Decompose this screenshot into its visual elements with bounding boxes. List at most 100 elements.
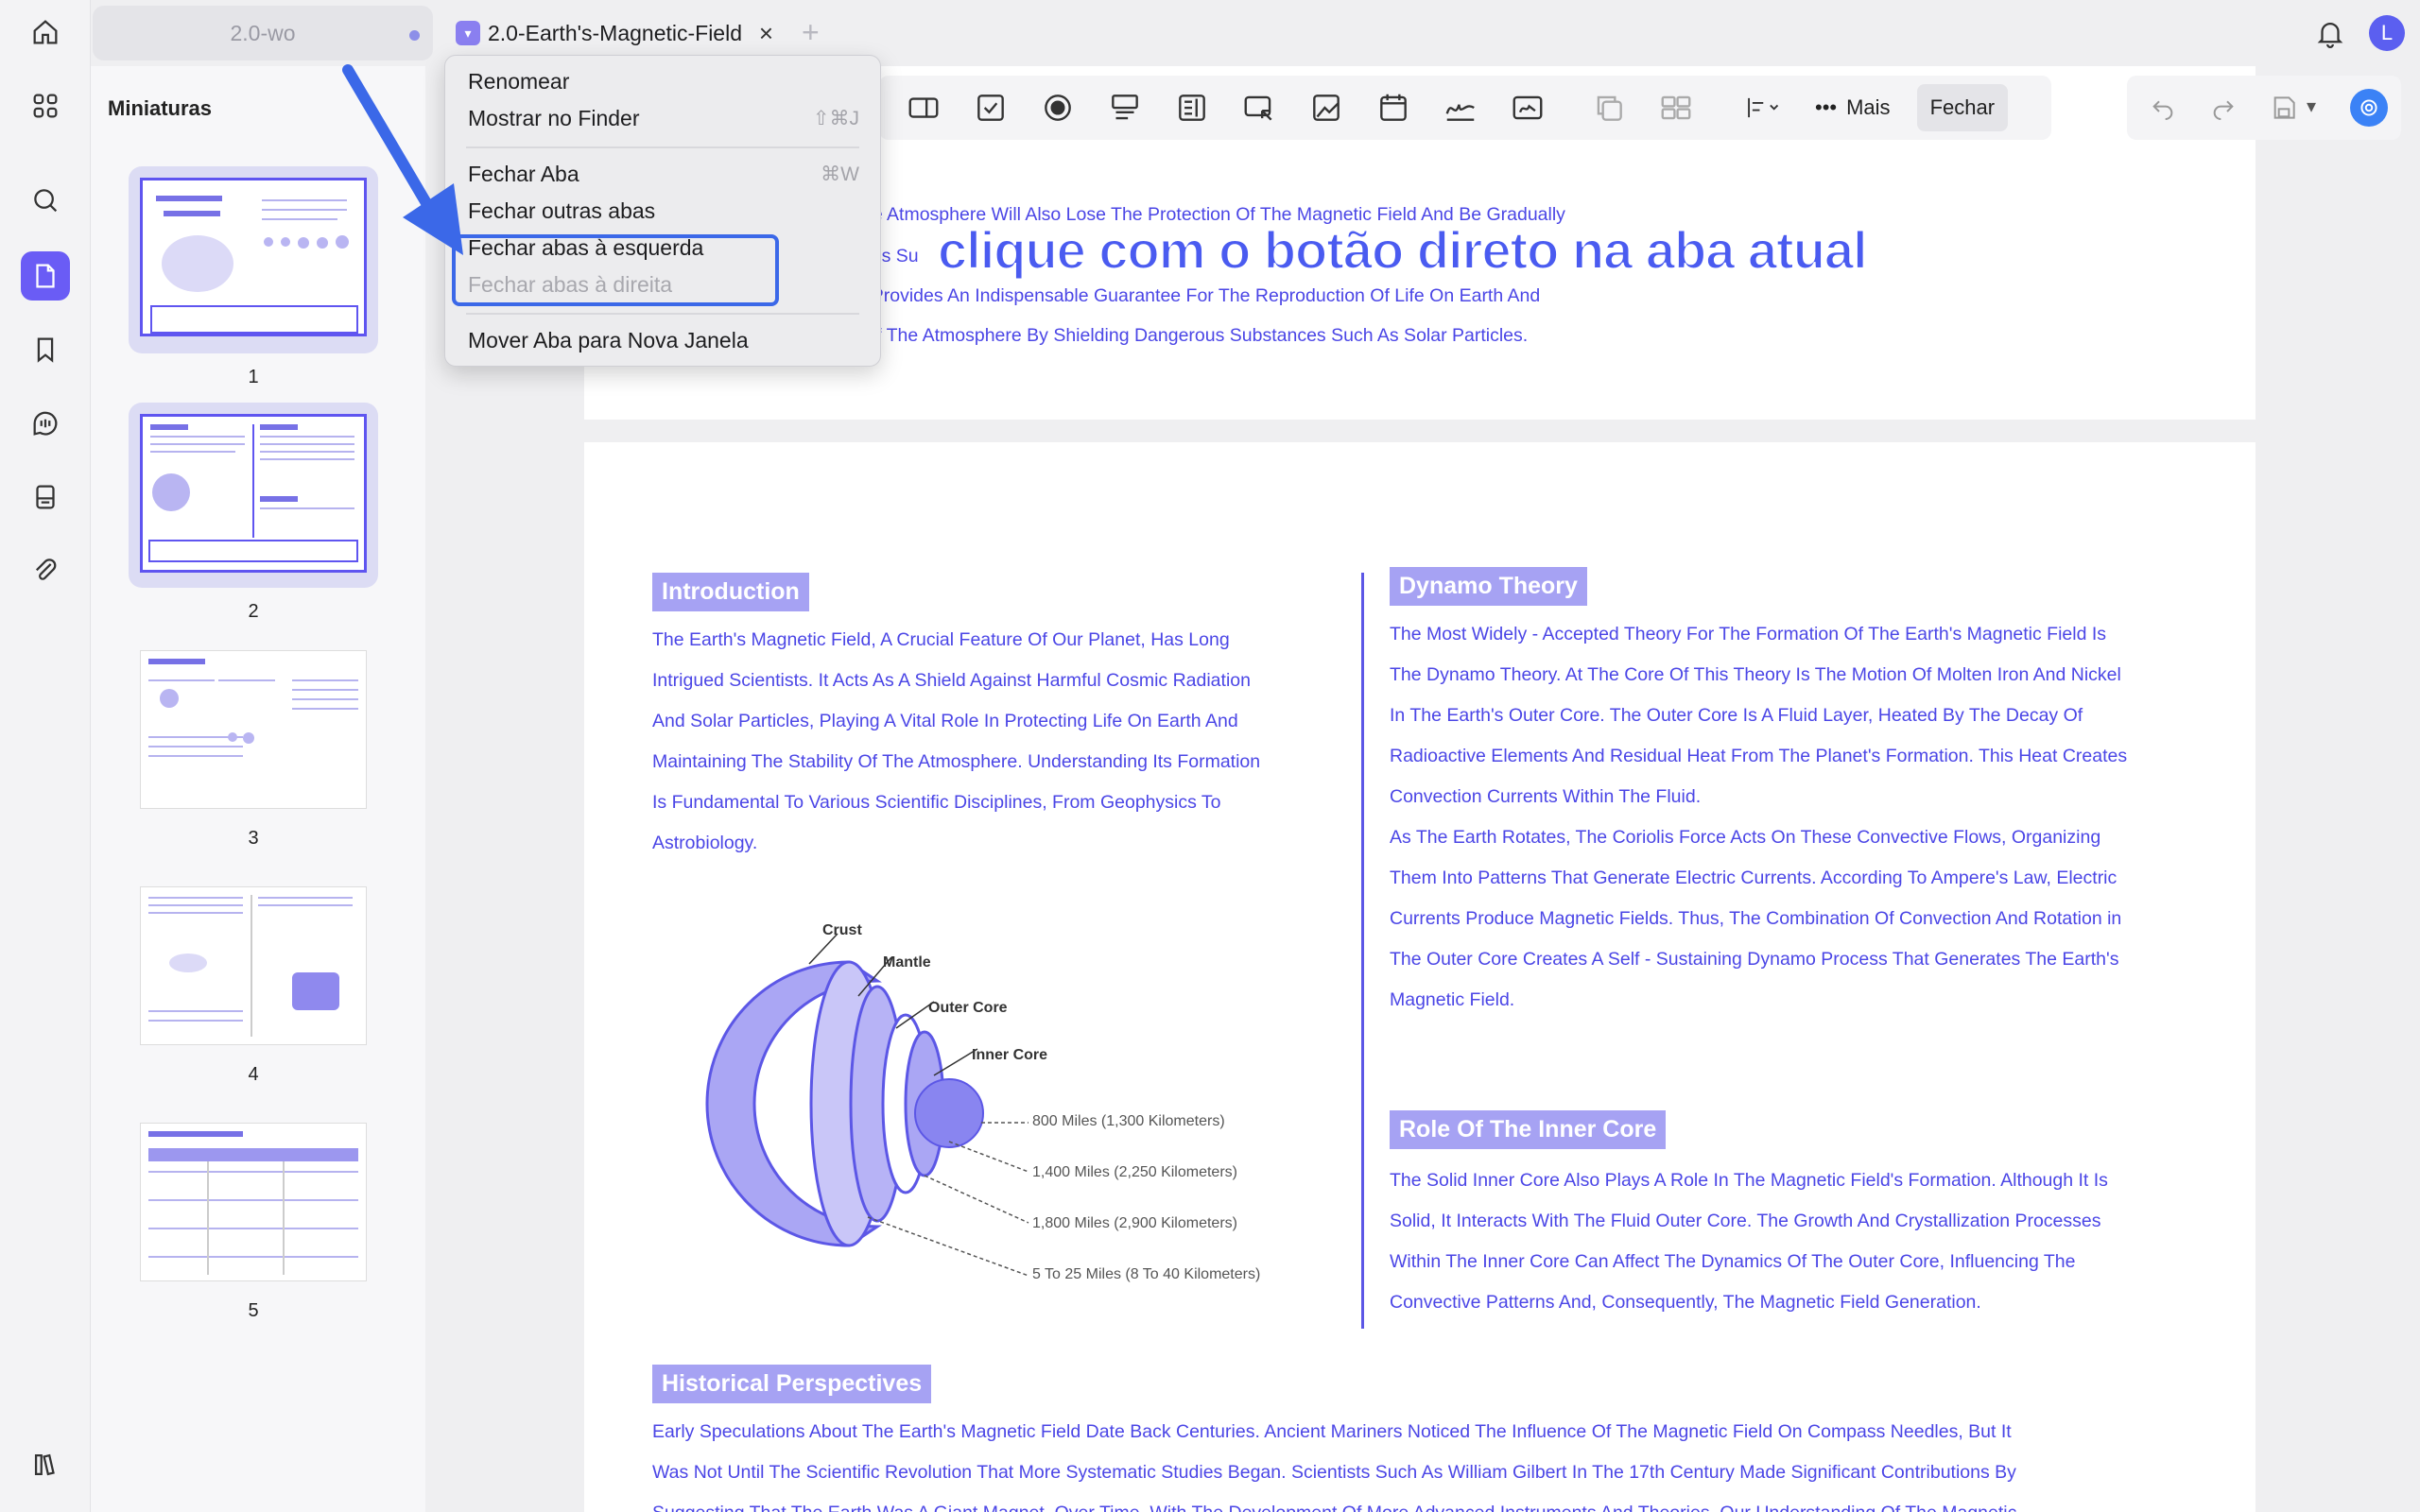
highlight-box [452,234,779,306]
home-icon[interactable] [21,8,70,57]
inner-core-paragraph: The Solid Inner Core Also Plays A Role I… [1390,1160,2184,1323]
shortcut-label: ⌘W [821,163,859,185]
body-line: The Most Widely - Accepted Theory For Th… [1390,624,2107,644]
list-box-icon[interactable] [1172,88,1212,128]
apps-grid-icon[interactable] [21,81,70,130]
page-number: 5 [248,1300,259,1321]
search-icon[interactable] [21,176,70,225]
label-mantle: Mantle [883,954,931,971]
distance-label: 800 Miles (1,300 Kilometers) [1032,1113,1225,1129]
text-field-icon[interactable] [904,88,943,128]
stamp-icon[interactable] [21,472,70,522]
avatar[interactable]: L [2369,15,2405,51]
duplicate-icon[interactable] [1589,88,1629,128]
page-preview [140,1123,367,1281]
body-line: Was Not Until The Scientific Revolution … [652,1462,2016,1483]
menu-item-move-tab-new-window[interactable]: Mover Aba para Nova Janela [468,328,749,353]
more-dots-icon: ••• [1815,95,1838,119]
undo-icon[interactable] [2148,93,2178,123]
intro-paragraph: The Earth's Magnetic Field, A Crucial Fe… [652,620,1314,864]
tab-label: 2.0-Earth's-Magnetic-Field [488,20,742,45]
tab-earths-magnetic-field[interactable]: ▾ 2.0-Earth's-Magnetic-Field × [444,6,785,60]
thumbnail-page-5[interactable]: 5 [129,1111,378,1321]
page-number: 3 [248,828,259,849]
distance-label: 1,800 Miles (2,900 Kilometers) [1032,1215,1237,1231]
unsaved-dot-icon [409,30,420,41]
label-outer-core: Outer Core [928,1000,1008,1016]
panel-title: Miniaturas [108,96,213,120]
body-line: As The Earth Rotates, The Coriolis Force… [1390,827,2101,848]
library-icon[interactable] [21,1440,70,1489]
body-line: Astrobiology. [652,833,758,853]
bookmark-icon[interactable] [21,325,70,374]
menu-item-close-tab[interactable]: Fechar Aba [468,162,579,187]
dynamo-paragraph: The Most Widely - Accepted Theory For Th… [1390,614,2184,1021]
menu-item-close-other-tabs[interactable]: Fechar outras abas [468,198,655,224]
digital-signature-icon[interactable] [1508,88,1547,128]
label-inner-core: Inner Core [972,1047,1048,1063]
radio-button-icon[interactable] [1038,88,1078,128]
body-line: Suggesting That The Earth Was A Giant Ma… [652,1493,2203,1512]
history-toolbar: ▾ [2127,76,2401,140]
section-heading: Role Of The Inner Core [1390,1110,1667,1149]
save-icon[interactable] [2269,93,2299,123]
body-line: The Outer Core Creates A Self - Sustaini… [1390,949,2119,970]
chevron-down-icon[interactable]: ▾ [2307,94,2316,118]
page-number: 4 [248,1064,259,1085]
distance-label: 5 To 25 Miles (8 To 40 Kilometers) [1032,1266,1261,1282]
signature-icon[interactable] [1441,88,1480,128]
attachment-icon[interactable] [21,546,70,595]
menu-item-show-in-finder[interactable]: Mostrar no Finder [468,106,640,131]
body-line: Them Into Patterns That Generate Electri… [1390,868,2118,888]
body-line: Magnetic Field. [1390,989,1515,1010]
ai-assistant-icon[interactable] [2350,89,2388,127]
edit-toolbar: ••• Mais Fechar [879,76,2051,140]
body-line: The Earth's Magnetic Field, A Crucial Fe… [652,629,1230,650]
comments-icon[interactable] [21,399,70,448]
page-preview [140,650,367,809]
arrow-annotation-icon [342,64,463,255]
close-edit-button[interactable]: Fechar [1916,84,2009,131]
body-line: Within The Inner Core Can Affect The Dyn… [1390,1251,2076,1272]
body-line: The Solid Inner Core Also Plays A Role I… [1390,1170,2108,1191]
more-button[interactable]: ••• Mais [1815,95,1891,120]
thumbnails-panel: Miniaturas 1 2 3 4 5 [91,66,425,1512]
body-line: In The Earth's Outer Core. The Outer Cor… [1390,705,2083,726]
column-divider [1361,573,1364,1329]
grid-layout-icon[interactable] [1656,88,1696,128]
button-field-icon[interactable] [1239,88,1279,128]
menu-separator [466,313,859,315]
thumbnail-page-3[interactable]: 3 [129,639,378,849]
notification-bell-icon[interactable] [2314,17,2346,49]
redo-icon[interactable] [2208,93,2238,123]
date-field-icon[interactable] [1374,88,1413,128]
tab-2-0-wo[interactable]: 2.0-wo [93,6,433,60]
more-label: Mais [1846,95,1891,119]
checkbox-icon[interactable] [971,88,1011,128]
page-2: Introduction The Earth's Magnetic Field,… [584,442,2256,1512]
body-line: Is Fundamental To Various Scientific Dis… [652,792,1221,813]
chevron-down-icon[interactable]: ▾ [456,21,480,45]
thumbnail-page-2[interactable]: 2 [129,403,378,622]
close-icon[interactable]: × [759,19,773,48]
section-heading: Historical Perspectives [652,1365,932,1403]
align-icon[interactable] [1734,88,1790,128]
menu-item-rename[interactable]: Renomear [468,69,569,94]
new-tab-button[interactable]: + [802,15,820,50]
thumbnails-icon[interactable] [21,251,70,301]
body-line: And Solar Particles, Playing A Vital Rol… [652,711,1238,731]
body-line: Of The Atmosphere By Shielding Dangerous… [862,325,1529,346]
body-line: Convection Currents Within The Fluid. [1390,786,1702,807]
tab-label: 2.0-wo [230,20,296,45]
historical-paragraph: Early Speculations About The Earth's Mag… [652,1412,2203,1512]
section-heading: Dynamo Theory [1390,567,1587,606]
image-field-icon[interactable] [1306,88,1346,128]
section-heading: Introduction [652,573,809,611]
thumbnail-page-4[interactable]: 4 [129,875,378,1085]
page-preview [140,414,367,573]
body-line: Maintaining The Stability Of The Atmosph… [652,751,1261,772]
body-line: Convective Patterns And, Consequently, T… [1390,1292,1981,1313]
combo-box-icon[interactable] [1105,88,1145,128]
shortcut-label: ⇧⌘J [812,108,859,129]
body-line: l Provides An Indispensable Guarantee Fo… [862,285,1541,306]
